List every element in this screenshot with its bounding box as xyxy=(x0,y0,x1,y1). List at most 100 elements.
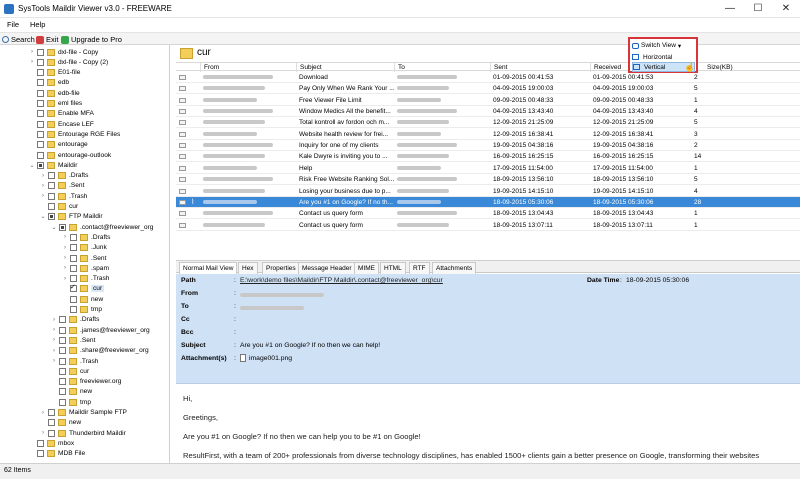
tree-checkbox[interactable] xyxy=(37,450,44,458)
tree-checkbox[interactable] xyxy=(70,264,77,272)
tree-expander-icon[interactable]: › xyxy=(51,327,57,333)
tree-item[interactable]: cur xyxy=(62,283,105,294)
tree-expander-icon[interactable]: › xyxy=(51,358,57,364)
tree-checkbox[interactable] xyxy=(37,89,44,97)
close-button[interactable]: ✕ xyxy=(772,0,800,18)
table-row[interactable]: Download 01-09-2015 00:41:53 01-09-2015 00… xyxy=(176,72,800,83)
maximize-button[interactable]: ☐ xyxy=(744,0,772,18)
tree-checkbox[interactable] xyxy=(37,120,44,128)
tree-item[interactable]: freeviewer.org xyxy=(51,377,121,387)
tree-checkbox[interactable] xyxy=(48,203,55,210)
tree-item[interactable]: › .james@freeviewer_org xyxy=(51,325,150,335)
tree-expander-icon[interactable]: › xyxy=(29,49,35,55)
tree-expander-icon[interactable]: › xyxy=(51,348,57,354)
search-button[interactable]: Search xyxy=(2,34,35,45)
tree-checkbox[interactable] xyxy=(59,336,66,344)
tree-checkbox[interactable] xyxy=(59,316,66,324)
col-icons[interactable] xyxy=(176,63,200,72)
table-row[interactable]: Kale Dwyre is inviting you to ... 16-09-2… xyxy=(176,151,800,163)
tree-item[interactable]: entourage xyxy=(29,140,88,150)
tree-item[interactable]: edb xyxy=(29,78,69,88)
tree-checkbox[interactable] xyxy=(59,223,66,231)
tree-checkbox[interactable] xyxy=(70,306,77,313)
tree-item[interactable]: mbox xyxy=(29,438,74,448)
tree-expander-icon[interactable]: ⌄ xyxy=(51,224,57,231)
tree-item[interactable]: › .Drafts xyxy=(62,232,110,242)
tree-item[interactable]: new xyxy=(40,418,81,428)
tree-item[interactable]: › dxl-file - Copy (2) xyxy=(29,57,108,67)
tree-item[interactable]: › .Trash xyxy=(51,356,98,366)
col-size[interactable]: Size(KB) xyxy=(688,63,800,72)
tree-expander-icon[interactable]: ⌄ xyxy=(40,213,46,220)
table-row[interactable]: Window Medics All the benefit... 04-09-20… xyxy=(176,106,800,118)
table-row[interactable]: Free Viewer File Limit 09-09-2015 00:48:3… xyxy=(176,95,800,106)
menu-file[interactable]: File xyxy=(7,20,19,29)
tree-expander-icon[interactable]: ⌄ xyxy=(29,162,35,169)
tree-checkbox[interactable] xyxy=(48,419,55,427)
table-row[interactable]: Total kontroll av fordon och m... 12-09-2… xyxy=(176,117,800,129)
tree-checkbox[interactable] xyxy=(48,429,55,437)
tree-item[interactable]: › .Sent xyxy=(62,253,106,263)
folder-tree[interactable]: › dxl-file - Copy › dxl-file - Copy (2) E01-… xyxy=(0,45,170,463)
tree-item[interactable]: cur xyxy=(51,366,89,376)
tree-item[interactable]: › .share@freeviewer_org xyxy=(51,346,149,356)
tree-item[interactable]: tmp xyxy=(62,305,102,315)
tree-item[interactable]: tmp xyxy=(51,397,91,407)
tree-expander-icon[interactable]: › xyxy=(51,337,57,343)
tree-item[interactable]: › .Drafts xyxy=(51,315,99,325)
tab-properties[interactable]: Properties xyxy=(262,262,300,274)
tree-checkbox[interactable] xyxy=(59,388,66,396)
tree-checkbox[interactable] xyxy=(59,378,66,386)
tree-checkbox[interactable] xyxy=(37,161,44,169)
tree-item[interactable]: › dxl-file - Copy xyxy=(29,47,98,57)
tree-item[interactable]: new xyxy=(62,294,103,304)
tree-checkbox[interactable] xyxy=(70,275,77,283)
tree-item[interactable]: › .Trash xyxy=(62,274,109,284)
tree-expander-icon[interactable]: › xyxy=(62,245,68,251)
message-body[interactable]: Hi, Greetings, Are you #1 on Google? If … xyxy=(176,385,800,463)
tree-item[interactable]: › Thunderbird Maildir xyxy=(40,428,126,438)
tree-checkbox[interactable] xyxy=(59,398,66,406)
col-to[interactable]: To xyxy=(394,63,490,72)
tree-expander-icon[interactable]: › xyxy=(51,317,57,323)
tree-item[interactable]: › Maildir Sample FTP xyxy=(40,408,127,418)
tree-expander-icon[interactable]: › xyxy=(62,255,68,261)
tree-checkbox[interactable] xyxy=(59,357,66,365)
tree-checkbox[interactable] xyxy=(59,367,66,375)
tree-item[interactable]: ⌄ Maildir xyxy=(29,160,77,170)
table-row[interactable]: Help 17-09-2015 11:54:00 17-09-2015 11:54:… xyxy=(176,163,800,174)
tree-checkbox[interactable] xyxy=(70,295,77,303)
tree-item[interactable]: › .Sent xyxy=(40,181,84,191)
col-subject[interactable]: Subject xyxy=(296,63,394,72)
menu-help[interactable]: Help xyxy=(30,20,45,29)
tree-expander-icon[interactable]: › xyxy=(40,193,46,199)
attachment-item[interactable]: image001.png xyxy=(240,354,292,362)
upgrade-button[interactable]: Upgrade to Pro xyxy=(61,34,122,45)
tree-checkbox[interactable] xyxy=(70,283,77,293)
tree-expander-icon[interactable]: › xyxy=(62,265,68,271)
tree-expander-icon[interactable]: › xyxy=(62,276,68,282)
tree-item[interactable]: ⌄ FTP Maildir xyxy=(40,212,103,222)
tree-expander-icon[interactable]: › xyxy=(40,410,46,416)
tab-rtf[interactable]: RTF xyxy=(409,262,430,274)
tree-item[interactable]: › .Sent xyxy=(51,335,95,345)
tree-checkbox[interactable] xyxy=(70,244,77,252)
tree-item[interactable]: › .Drafts xyxy=(40,171,88,181)
tree-checkbox[interactable] xyxy=(59,326,66,334)
tree-expander-icon[interactable]: › xyxy=(40,183,46,189)
tree-item[interactable]: › .Trash xyxy=(40,191,87,201)
minimize-button[interactable]: — xyxy=(716,0,744,18)
tab-attachments[interactable]: Attachments xyxy=(432,262,477,274)
tree-item[interactable]: new xyxy=(51,387,92,397)
table-row[interactable]: Contact us query form 18-09-2015 13:04:43… xyxy=(176,208,800,220)
table-row[interactable]: Inquiry for one of my clients 19-09-2015 … xyxy=(176,140,800,152)
tree-expander-icon[interactable]: › xyxy=(62,234,68,240)
tree-expander-icon[interactable]: › xyxy=(40,173,46,179)
table-row[interactable]: Losing your business due to p... 19-09-20… xyxy=(176,186,800,197)
table-row[interactable]: ⌇ Are you #1 on Google? If no th... 18-09-… xyxy=(176,196,800,208)
tree-expander-icon[interactable]: › xyxy=(40,430,46,436)
col-sent[interactable]: Sent xyxy=(490,63,590,72)
tree-checkbox[interactable] xyxy=(48,409,55,416)
tree-item[interactable]: › .Junk xyxy=(62,243,107,253)
switch-view-horizontal[interactable]: Horizontal xyxy=(632,52,695,62)
